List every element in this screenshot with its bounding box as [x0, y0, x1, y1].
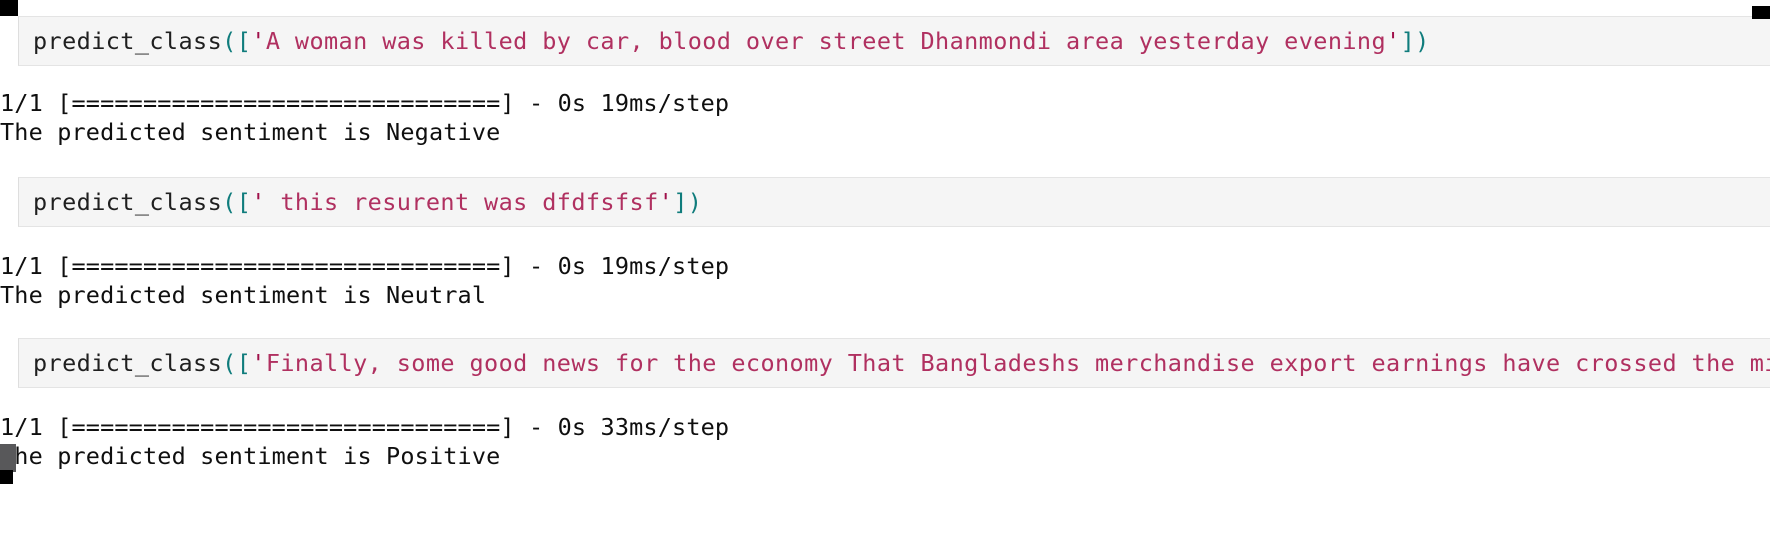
- quote-open-3: ': [251, 349, 266, 377]
- quote-open-2: ': [251, 188, 266, 216]
- cell-output-result-3: The predicted sentiment is Positive: [0, 442, 501, 470]
- function-name-2: predict_class: [33, 188, 223, 216]
- artifact-top-left: [0, 0, 18, 16]
- close-bracket-paren-2: ]): [673, 188, 703, 216]
- code-line-1: predict_class(['A woman was killed by ca…: [33, 26, 1430, 56]
- cell-output-progress-2: 1/1 [==============================] - 0…: [0, 252, 730, 280]
- cell-output-result-2: The predicted sentiment is Neutral: [0, 281, 487, 309]
- string-literal-2: this resurent was dfdfsfsf: [265, 188, 659, 216]
- code-line-2: predict_class([' this resurent was dfdfs…: [33, 187, 702, 217]
- function-name-1: predict_class: [33, 27, 223, 55]
- artifact-bottom-left: [0, 444, 16, 472]
- notebook-canvas: predict_class(['A woman was killed by ca…: [0, 0, 1770, 536]
- cell-output-progress-3: 1/1 [==============================] - 0…: [0, 413, 730, 441]
- code-line-3: predict_class(['Finally, some good news …: [33, 348, 1770, 378]
- string-literal-1: A woman was killed by car, blood over st…: [265, 27, 1387, 55]
- code-cell-input-3[interactable]: predict_class(['Finally, some good news …: [18, 338, 1770, 388]
- quote-close-2: ': [658, 188, 674, 216]
- open-paren-bracket-2: ([: [222, 188, 252, 216]
- string-literal-3: Finally, some good news for the economy …: [265, 349, 1770, 377]
- open-paren-bracket-1: ([: [222, 27, 252, 55]
- cell-output-result-1: The predicted sentiment is Negative: [0, 118, 501, 146]
- cell-output-progress-1: 1/1 [==============================] - 0…: [0, 89, 730, 117]
- code-cell-input-2[interactable]: predict_class([' this resurent was dfdfs…: [18, 177, 1770, 227]
- close-bracket-paren-1: ]): [1400, 27, 1430, 55]
- quote-close-1: ': [1386, 27, 1401, 55]
- artifact-top-right: [1752, 6, 1770, 19]
- open-paren-bracket-3: ([: [222, 349, 252, 377]
- artifact-bottom-left-dark: [0, 470, 13, 484]
- quote-open-1: ': [251, 27, 266, 55]
- code-cell-input-1[interactable]: predict_class(['A woman was killed by ca…: [18, 16, 1770, 66]
- function-name-3: predict_class: [33, 349, 223, 377]
